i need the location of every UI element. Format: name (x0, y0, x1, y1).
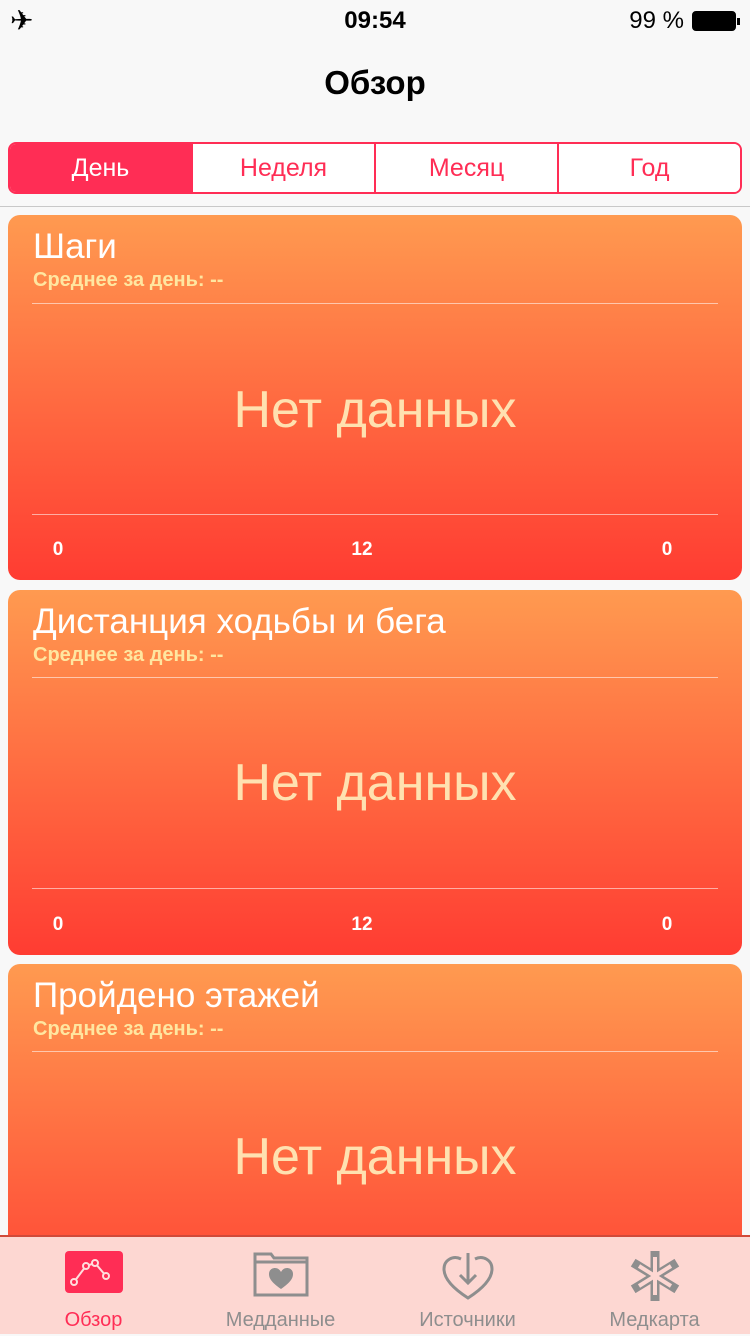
tab-label: Медданные (225, 1309, 336, 1331)
distance-card[interactable]: Дистанция ходьбы и бега Среднее за день:… (8, 590, 742, 955)
chart-bottom-line (32, 514, 718, 515)
tab-medical-id[interactable]: Медкарта (561, 1237, 748, 1336)
axis-label: 12 (351, 914, 373, 935)
card-subtitle: Среднее за день: -- (33, 269, 224, 291)
battery-percent: 99 % (629, 7, 684, 34)
tab-label: Медкарта (609, 1309, 700, 1331)
health-folder-icon (253, 1252, 308, 1297)
segment-year[interactable]: Год (557, 144, 740, 192)
divider (0, 206, 750, 207)
chart-top-line (32, 677, 718, 678)
card-title: Пройдено этажей (33, 976, 320, 1015)
status-bar: ✈ 09:54 99 % (0, 0, 750, 40)
page-title: Обзор (324, 64, 426, 101)
tab-label: Источники (419, 1309, 516, 1331)
chart-top-line (32, 1051, 718, 1052)
no-data-label: Нет данных (233, 381, 517, 439)
segment-day[interactable]: День (10, 144, 191, 192)
card-title: Дистанция ходьбы и бега (33, 602, 446, 641)
axis-label: 0 (661, 539, 673, 560)
no-data-label: Нет данных (233, 1128, 517, 1186)
axis-label: 0 (52, 914, 64, 935)
card-title: Шаги (33, 227, 117, 266)
axis-label: 12 (351, 539, 373, 560)
heart-download-icon (441, 1253, 494, 1300)
chart-top-line (32, 303, 718, 304)
steps-card[interactable]: Шаги Среднее за день: -- Нет данных 0 12… (8, 215, 742, 580)
no-data-label: Нет данных (233, 754, 517, 812)
tab-health-data[interactable]: Медданные (187, 1237, 374, 1336)
card-subtitle: Среднее за день: -- (33, 644, 224, 666)
axis-label: 0 (52, 539, 64, 560)
tab-bar: Обзор Медданные Источники Медкарта (0, 1235, 750, 1334)
axis-label: 0 (661, 914, 673, 935)
tab-sources[interactable]: Источники (374, 1237, 561, 1336)
medical-star-icon (630, 1251, 679, 1301)
segment-month[interactable]: Месяц (374, 144, 557, 192)
period-segmented-control: День Неделя Месяц Год (8, 142, 742, 194)
segment-week[interactable]: Неделя (191, 144, 374, 192)
chart-icon (64, 1251, 123, 1293)
chart-bottom-line (32, 888, 718, 889)
card-subtitle: Среднее за день: -- (33, 1018, 224, 1040)
tab-label: Обзор (64, 1309, 123, 1331)
battery-icon (692, 11, 740, 31)
tab-overview[interactable]: Обзор (0, 1237, 187, 1336)
